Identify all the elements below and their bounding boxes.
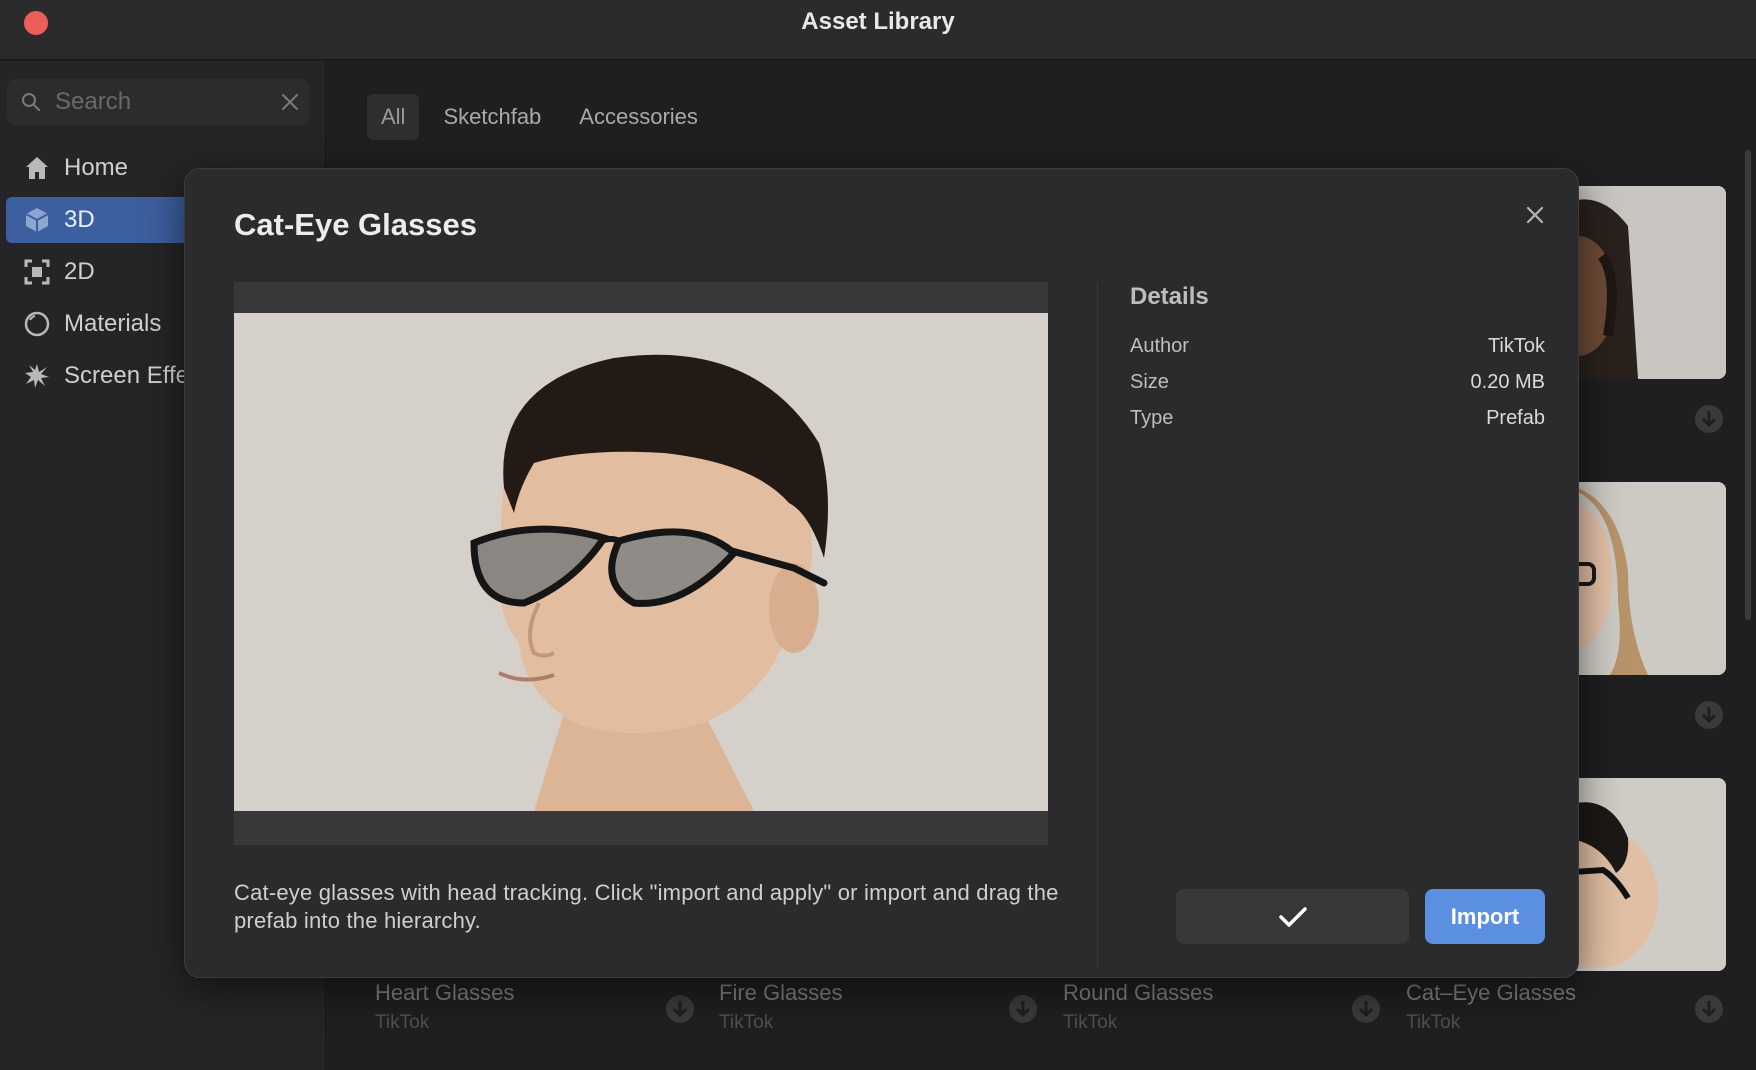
- card-title[interactable]: Heart Glasses: [375, 980, 514, 1006]
- frame-icon: [22, 257, 52, 287]
- clear-search-icon[interactable]: [279, 91, 301, 113]
- download-icon[interactable]: [1694, 994, 1724, 1024]
- checkmark-icon: [1278, 906, 1307, 927]
- sidebar-item-label: 2D: [64, 258, 95, 285]
- details-heading: Details: [1130, 283, 1209, 310]
- cube-icon: [22, 205, 52, 235]
- search-input[interactable]: [55, 85, 265, 119]
- sidebar-item-label: 3D: [64, 206, 95, 233]
- download-icon[interactable]: [1008, 994, 1038, 1024]
- asset-detail-modal: Cat-Eye Glasses Cat-eye glasses with hea…: [184, 168, 1579, 978]
- tab-accessories[interactable]: Accessories: [565, 94, 712, 140]
- card-author: TikTok: [1406, 1012, 1461, 1033]
- download-icon[interactable]: [1694, 700, 1724, 730]
- details-value: Prefab: [1486, 407, 1545, 429]
- home-icon: [22, 153, 52, 183]
- download-icon[interactable]: [665, 994, 695, 1024]
- sidebar-item-label: Home: [64, 154, 129, 181]
- details-key: Type: [1130, 407, 1174, 429]
- asset-thumbnail[interactable]: [1558, 778, 1726, 971]
- search-icon: [22, 93, 40, 111]
- preview-panel: [234, 282, 1048, 845]
- asset-thumbnail[interactable]: [1558, 186, 1726, 379]
- card-author: TikTok: [719, 1012, 774, 1033]
- search-box[interactable]: [7, 79, 309, 125]
- card-author: TikTok: [375, 1012, 430, 1033]
- asset-thumbnail[interactable]: [1558, 482, 1726, 675]
- sidebar-item-label: Materials: [64, 310, 162, 337]
- asset-description: Cat-eye glasses with head tracking. Clic…: [234, 880, 1059, 933]
- scrollbar[interactable]: [1745, 150, 1751, 620]
- tab-all[interactable]: All: [367, 94, 420, 140]
- window-title: Asset Library: [801, 8, 955, 35]
- circle-icon: [22, 309, 52, 339]
- download-icon[interactable]: [1351, 994, 1381, 1024]
- details-value: TikTok: [1487, 335, 1545, 357]
- close-icon[interactable]: [1520, 200, 1550, 230]
- card-author: TikTok: [1063, 1012, 1118, 1033]
- details-key: Author: [1130, 335, 1189, 357]
- import-button[interactable]: Import: [1425, 889, 1545, 944]
- card-title[interactable]: Fire Glasses: [719, 980, 842, 1006]
- tab-sketchfab[interactable]: Sketchfab: [429, 94, 555, 140]
- category-tabs: All Sketchfab Accessories: [367, 94, 712, 140]
- details-key: Size: [1130, 371, 1169, 393]
- title-bar: Asset Library: [0, 0, 1756, 60]
- download-icon[interactable]: [1694, 404, 1724, 434]
- preview-image: [234, 313, 1048, 811]
- details-value: 0.20 MB: [1470, 371, 1545, 393]
- card-title[interactable]: Cat–Eye Glasses: [1406, 980, 1576, 1006]
- import-and-apply-button[interactable]: [1176, 889, 1409, 944]
- modal-title: Cat-Eye Glasses: [234, 207, 477, 242]
- card-title[interactable]: Round Glasses: [1063, 980, 1213, 1006]
- burst-icon: [22, 361, 52, 391]
- panel-divider: [1097, 282, 1098, 968]
- sidebar-item-label: Screen Effe: [64, 362, 189, 389]
